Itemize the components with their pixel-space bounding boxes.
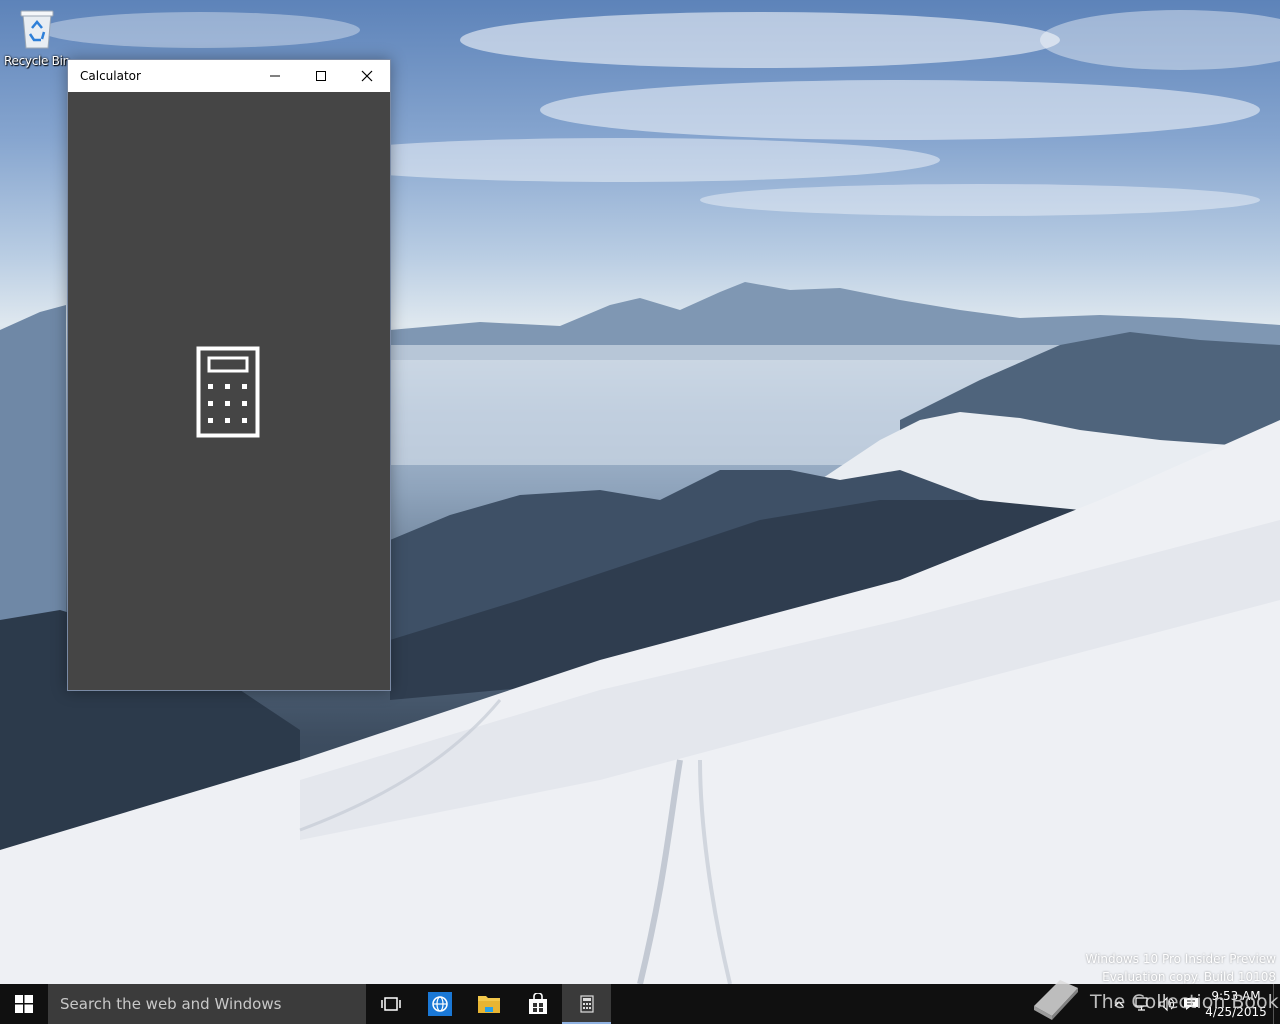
window-titlebar[interactable]: Calculator: [68, 60, 390, 92]
task-view-icon: [380, 997, 401, 1011]
search-placeholder: Search the web and Windows: [60, 995, 282, 1013]
brand-watermark: The Collection Book: [1030, 976, 1279, 1022]
close-icon: [361, 70, 373, 82]
store-button[interactable]: [513, 984, 562, 1024]
recycle-bin-icon: [17, 6, 57, 50]
minimize-button[interactable]: [252, 60, 298, 92]
recycle-bin-shortcut[interactable]: Recycle Bin: [4, 6, 70, 76]
calculator-window[interactable]: Calculator: [67, 59, 391, 691]
file-explorer-button[interactable]: [464, 984, 513, 1024]
book-icon: [1034, 980, 1078, 1020]
search-input[interactable]: Search the web and Windows: [48, 984, 366, 1024]
globe-icon: [427, 992, 452, 1016]
brand-text: The Collection Book: [1090, 991, 1279, 1013]
calculator-icon: [579, 995, 594, 1013]
calculator-icon: [196, 346, 260, 438]
start-button[interactable]: [0, 984, 48, 1024]
splash-screen: [68, 92, 390, 690]
close-button[interactable]: [344, 60, 390, 92]
watermark-edition: Windows 10 Pro Insider Preview: [1085, 952, 1276, 966]
window-title: Calculator: [80, 69, 141, 83]
task-view-button[interactable]: [366, 984, 415, 1024]
recycle-bin-label: Recycle Bin: [4, 54, 70, 68]
minimize-icon: [270, 75, 280, 77]
calculator-taskbar-button[interactable]: [562, 984, 611, 1024]
store-bag-icon: [528, 993, 547, 1014]
maximize-icon: [316, 71, 326, 81]
maximize-button[interactable]: [298, 60, 344, 92]
folder-icon: [477, 996, 500, 1013]
windows-logo-icon: [15, 995, 33, 1013]
internet-explorer-button[interactable]: [415, 984, 464, 1024]
